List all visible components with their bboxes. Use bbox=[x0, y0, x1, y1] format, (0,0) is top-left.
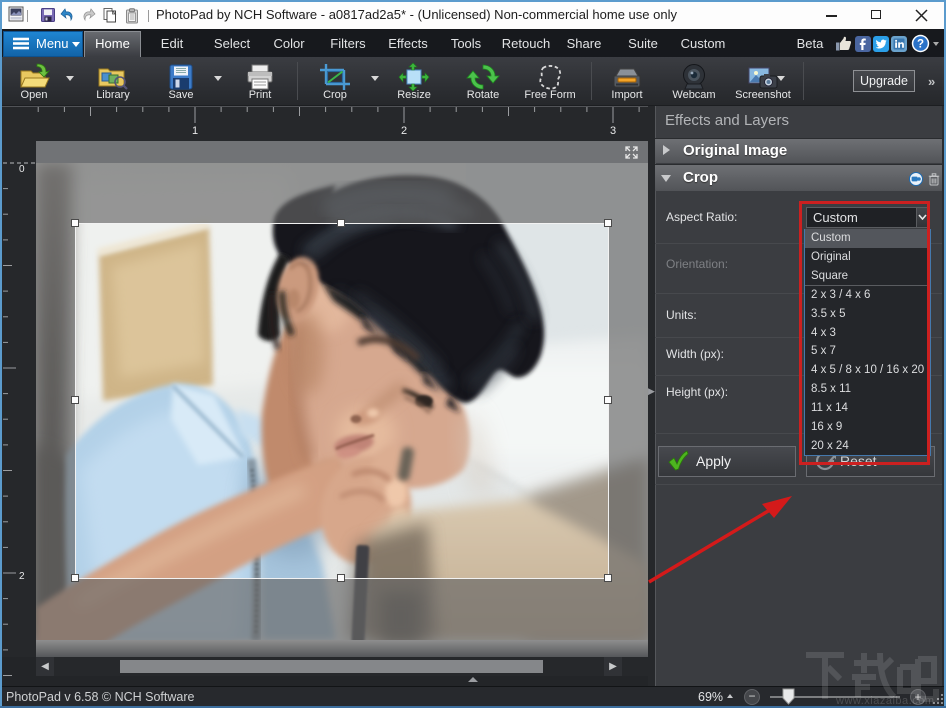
svg-text:?: ? bbox=[917, 39, 924, 51]
svg-text:3: 3 bbox=[610, 125, 616, 137]
svg-text:2: 2 bbox=[401, 125, 407, 137]
svg-text:0: 0 bbox=[19, 164, 25, 175]
svg-text:2: 2 bbox=[19, 571, 25, 582]
svg-text:1: 1 bbox=[192, 125, 198, 137]
